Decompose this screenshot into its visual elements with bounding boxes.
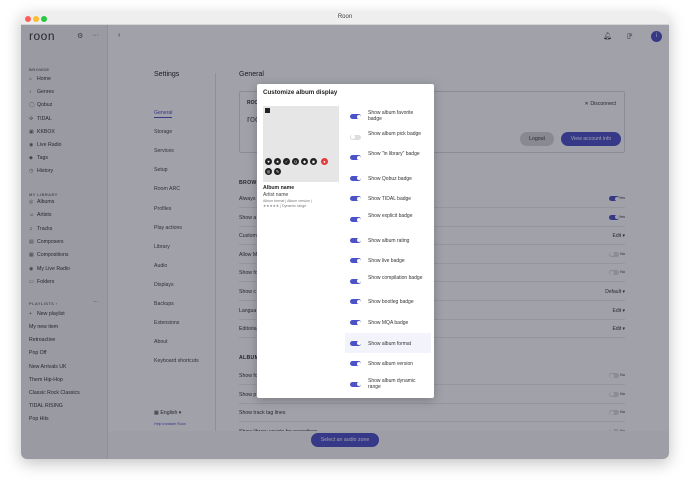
toggle-knob <box>356 299 361 304</box>
option-row[interactable]: Show album pick badge <box>345 127 431 147</box>
option-toggle[interactable] <box>350 361 361 367</box>
option-label: Show album version <box>368 361 414 368</box>
window-title: Roon <box>337 14 353 20</box>
compilation-icon: ◎ <box>265 168 272 175</box>
option-label: Show album pick badge <box>368 130 422 137</box>
option-toggle[interactable] <box>350 278 361 284</box>
toggle-knob <box>356 114 361 119</box>
heart-icon: ♥ <box>265 158 272 165</box>
app-window: Roon roon ⚙ ··· BROWSE ⌂ Home ♪ Genres ◯ Qobu… <box>21 13 669 459</box>
option-row[interactable]: Show bootleg badge <box>345 291 431 311</box>
album-meta-format: Album format | Album version | <box>263 199 312 203</box>
option-row[interactable]: Show album version <box>345 353 431 373</box>
option-label: Show MQA badge <box>368 320 409 326</box>
toggle-knob <box>356 238 361 243</box>
toggle-knob <box>356 155 361 160</box>
album-meta-rating: ★★★★★ | Dynamic range <box>263 204 307 208</box>
title-bar: Roon <box>21 13 669 25</box>
option-toggle[interactable] <box>350 258 361 264</box>
explicit-badge-icon <box>265 108 270 113</box>
option-row[interactable]: Show album favorite badge <box>345 106 431 126</box>
option-toggle[interactable] <box>350 217 361 222</box>
customize-album-dialog: Customize album display ♥ ★ ✓ Q ◆ ◉ ● ◎ … <box>257 84 434 398</box>
tidal-icon: ◆ <box>301 158 308 165</box>
option-row[interactable]: Show compilation badge <box>345 271 431 291</box>
option-toggle[interactable] <box>350 155 361 161</box>
option-label: Show live badge <box>368 258 405 265</box>
option-row[interactable]: Show MQA badge <box>345 312 431 332</box>
option-label: Show album rating <box>368 237 410 244</box>
toggle-knob <box>356 279 361 284</box>
option-toggle[interactable] <box>350 340 361 346</box>
option-label: Show "in library" badge <box>368 151 420 158</box>
option-toggle[interactable] <box>350 175 361 181</box>
option-label: Show Qobuz badge <box>368 175 412 182</box>
option-toggle[interactable] <box>350 134 361 140</box>
toggle-knob <box>356 176 361 181</box>
option-toggle[interactable] <box>350 299 361 305</box>
artist-name: Artist name <box>263 192 289 198</box>
live-icon: ◉ <box>310 158 317 165</box>
album-art-placeholder: ♥ ★ ✓ Q ◆ ◉ ● ◎ ✎ <box>263 106 339 182</box>
mqa-icon: ● <box>321 158 328 165</box>
option-row[interactable]: Show TIDAL badge <box>345 188 431 208</box>
option-label: Show album dynamic range <box>368 377 416 390</box>
option-label: Show TIDAL badge <box>368 196 412 203</box>
toggle-knob <box>356 341 361 346</box>
option-toggle[interactable] <box>350 237 361 243</box>
toggle-knob <box>350 135 355 140</box>
album-name: Album name <box>263 185 295 191</box>
toggle-knob <box>356 258 361 263</box>
option-label: Show album favorite badge <box>368 110 414 122</box>
library-icon: ✓ <box>283 158 290 165</box>
option-row[interactable]: Show "in library" badge <box>345 147 431 167</box>
option-row[interactable]: Show album format <box>345 332 431 353</box>
dialog-title: Customize album display <box>263 89 338 96</box>
option-label: Show bootleg badge <box>368 299 414 306</box>
option-row[interactable]: Show album dynamic range <box>345 374 431 394</box>
toggle-knob <box>356 361 361 366</box>
toggle-knob <box>356 320 361 325</box>
toggle-knob <box>356 382 361 387</box>
bootleg-icon: ✎ <box>274 168 281 175</box>
toggle-knob <box>356 217 361 222</box>
pick-icon: ★ <box>274 158 281 165</box>
option-toggle[interactable] <box>350 114 361 119</box>
toggle-knob <box>356 196 361 201</box>
qobuz-icon: Q <box>292 158 299 165</box>
option-toggle[interactable] <box>350 196 361 202</box>
option-toggle[interactable] <box>350 320 361 325</box>
option-toggle[interactable] <box>350 381 361 387</box>
option-label: Show album format <box>368 340 412 347</box>
option-row[interactable]: Show album rating <box>345 230 431 250</box>
option-label: Show compilation badge <box>368 274 423 281</box>
option-row[interactable]: Show explicit badge <box>345 209 431 229</box>
option-row[interactable]: Show Qobuz badge <box>345 168 431 188</box>
option-row[interactable]: Show live badge <box>345 250 431 270</box>
option-label: Show explicit badge <box>368 213 413 219</box>
